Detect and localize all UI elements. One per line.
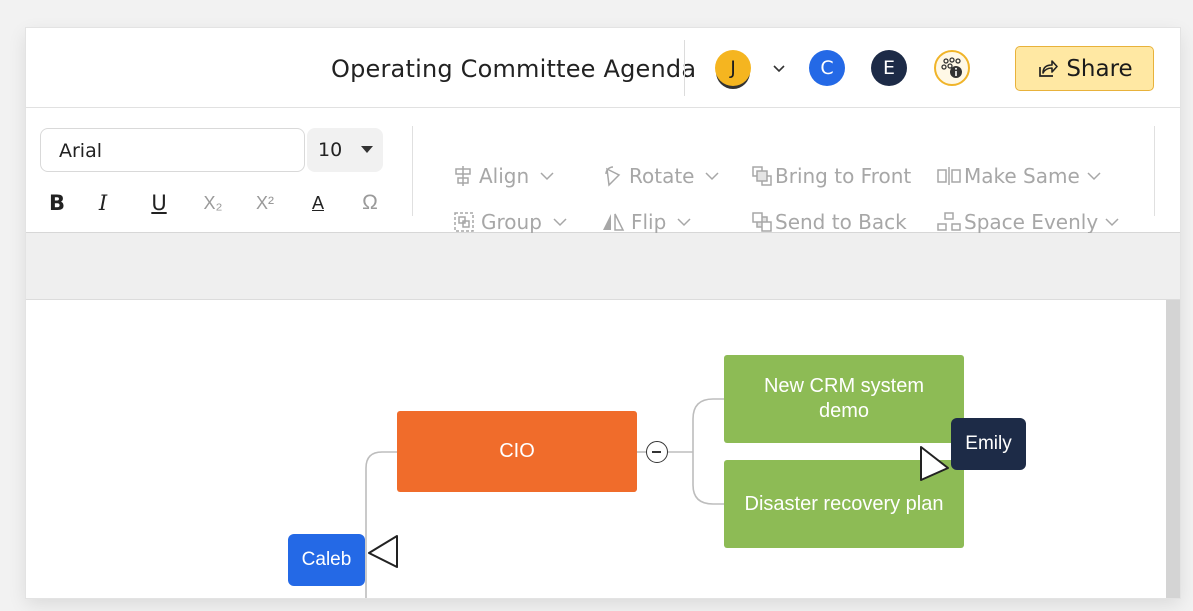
group-icon [454, 212, 474, 232]
chevron-down-icon [1087, 172, 1101, 181]
font-color-button[interactable]: A [303, 188, 333, 218]
font-family-input[interactable]: Arial [40, 128, 305, 172]
top-bar: Operating Committee Agenda J C E Share [26, 28, 1180, 108]
collapse-toggle[interactable] [646, 441, 668, 463]
rotate-button[interactable]: Rotate [603, 161, 720, 191]
caret-down-icon [361, 146, 373, 153]
avatar-e[interactable]: E [871, 50, 907, 86]
rotate-label: Rotate [629, 164, 695, 188]
chevron-down-icon [705, 172, 720, 181]
cursor-icon [368, 535, 398, 568]
space-evenly-icon [937, 212, 961, 231]
superscript-button[interactable]: X² [250, 188, 280, 218]
send-to-back-label: Send to Back [775, 210, 907, 234]
avatar-c[interactable]: C [809, 50, 845, 86]
crm-demo-node[interactable]: New CRM system demo [724, 355, 964, 443]
app-window: Operating Committee Agenda J C E Share A… [26, 28, 1180, 598]
underline-button[interactable]: U [144, 188, 174, 218]
formatting-toolbar: Arial 10 B I U X₂ X² A Ω Align Rotate Br… [26, 108, 1180, 234]
bring-to-front-label: Bring to Front [775, 164, 912, 188]
cio-node[interactable]: CIO [397, 411, 637, 492]
send-to-back-icon [752, 212, 772, 232]
divider [1154, 126, 1155, 216]
divider [412, 126, 413, 216]
chevron-down-icon [540, 172, 554, 181]
collaborators-info-button[interactable] [934, 50, 970, 86]
subscript-button[interactable]: X₂ [198, 188, 228, 218]
align-button[interactable]: Align [453, 161, 555, 191]
rotate-icon [605, 166, 621, 187]
chevron-down-icon [677, 218, 691, 227]
flip-label: Flip [631, 210, 667, 234]
share-label: Share [1066, 55, 1133, 82]
chevron-down-icon [553, 218, 567, 227]
diagram-canvas[interactable]: CIO New CRM system demo Disaster recover… [26, 300, 1180, 598]
share-button[interactable]: Share [1015, 46, 1154, 91]
make-same-label: Make Same [964, 164, 1080, 188]
secondary-toolbar-band [26, 233, 1180, 300]
document-title[interactable]: Operating Committee Agenda [331, 55, 696, 83]
special-character-button[interactable]: Ω [355, 188, 385, 218]
align-icon [455, 166, 471, 186]
make-same-icon [937, 167, 961, 185]
flip-icon [603, 213, 625, 231]
cursor-icon [920, 446, 949, 481]
cursor-label-emily: Emily [951, 418, 1026, 470]
chevron-down-icon [1105, 218, 1119, 227]
bold-button[interactable]: B [42, 188, 72, 218]
cursor-label-caleb: Caleb [288, 534, 365, 586]
divider [684, 40, 685, 96]
share-icon [1039, 59, 1059, 77]
chevron-down-icon[interactable] [771, 60, 787, 76]
avatar-j[interactable]: J [715, 50, 751, 86]
bring-to-front-button[interactable]: Bring to Front [751, 161, 911, 191]
people-info-icon [941, 57, 962, 78]
italic-button[interactable]: I [88, 188, 118, 218]
space-evenly-label: Space Evenly [964, 210, 1099, 234]
bring-to-front-icon [752, 166, 772, 186]
align-label: Align [479, 164, 530, 188]
group-label: Group [481, 210, 542, 234]
font-size-value: 10 [318, 139, 343, 161]
vertical-scrollbar[interactable] [1166, 300, 1180, 598]
font-size-select[interactable]: 10 [307, 128, 383, 172]
make-same-button[interactable]: Make Same [936, 161, 1102, 191]
